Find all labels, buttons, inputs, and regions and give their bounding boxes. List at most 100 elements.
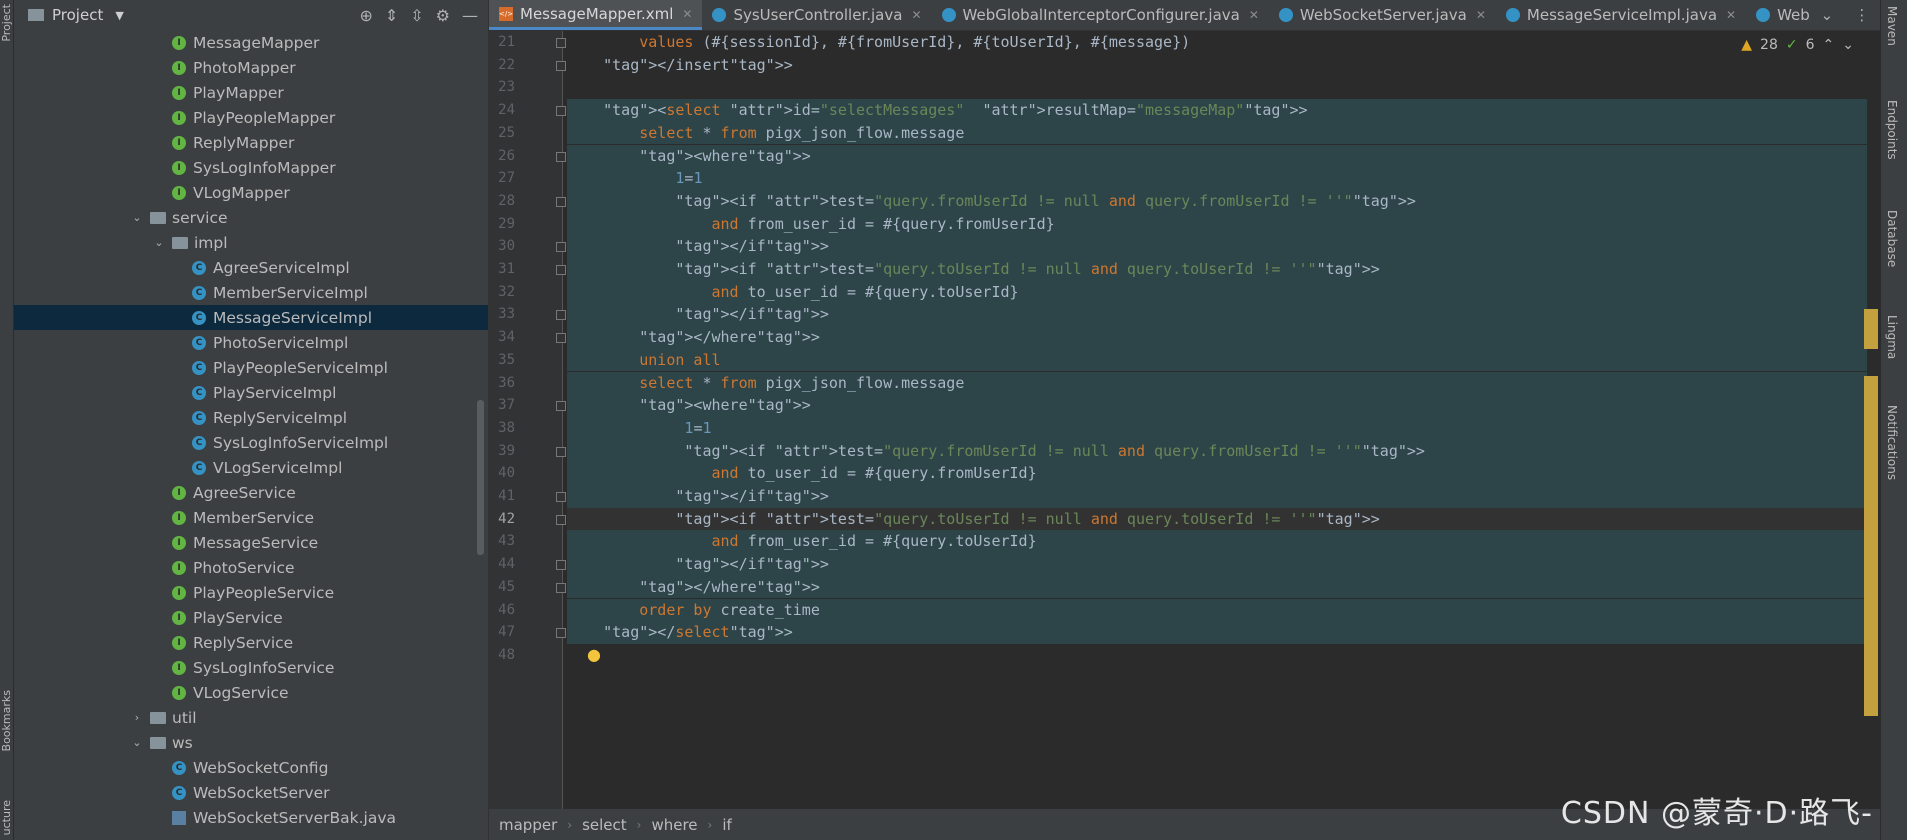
fold-marker-icon[interactable] xyxy=(556,265,566,275)
editor-tab[interactable]: Web xyxy=(1746,0,1820,30)
code-line[interactable]: "tag"><where"tag">> xyxy=(567,144,1867,168)
chevron-right-icon[interactable]: › xyxy=(130,711,144,724)
code-line[interactable]: "tag"><if "attr">test="query.fromUserId … xyxy=(567,189,1867,213)
fold-marker-icon[interactable] xyxy=(556,38,566,48)
tree-item[interactable]: WebSocketServerBak.java xyxy=(14,805,488,830)
tree-item[interactable]: C AgreeServiceImpl xyxy=(14,255,488,280)
tree-item[interactable]: I ReplyMapper xyxy=(14,130,488,155)
code-line[interactable]: "tag"><if "attr">test="query.toUserId !=… xyxy=(567,507,1867,531)
inspection-widget[interactable]: ▲ 28 ✓ 6 ⌃ ⌄ xyxy=(1735,35,1860,55)
tree-item[interactable]: I PlayPeopleService xyxy=(14,580,488,605)
chevron-down-icon[interactable]: ⌄ xyxy=(1821,6,1834,24)
fold-marker-icon[interactable] xyxy=(556,514,566,525)
code-line[interactable]: 1=1 xyxy=(567,416,1867,440)
tree-item[interactable]: C VLogServiceImpl xyxy=(14,455,488,480)
tree-item[interactable]: C WebSocketConfig xyxy=(14,755,488,780)
tree-item[interactable]: I VLogService xyxy=(14,680,488,705)
notifications-tool-button[interactable]: Notifications xyxy=(1885,405,1899,480)
code-line[interactable]: union all xyxy=(567,348,1867,372)
code-line[interactable]: and from_user_id = #{query.fromUserId} xyxy=(567,212,1867,236)
tree-item[interactable]: C MemberServiceImpl xyxy=(14,280,488,305)
close-icon[interactable]: ✕ xyxy=(682,7,692,21)
code-line[interactable]: and to_user_id = #{query.toUserId} xyxy=(567,280,1867,304)
minimize-icon[interactable]: — xyxy=(462,6,478,25)
tree-item[interactable]: I SysLogInfoMapper xyxy=(14,155,488,180)
fold-marker-icon[interactable] xyxy=(556,196,566,207)
tree-item[interactable]: I PlayService xyxy=(14,605,488,630)
fold-marker-icon[interactable] xyxy=(556,401,566,412)
gear-icon[interactable]: ⚙ xyxy=(436,6,450,25)
chevron-down-icon[interactable]: ⌄ xyxy=(1842,37,1854,53)
tree-item[interactable]: I MessageService xyxy=(14,530,488,555)
fold-marker-icon[interactable] xyxy=(556,333,566,344)
tree-item[interactable]: C PlayPeopleServiceImpl xyxy=(14,355,488,380)
code-line[interactable]: "tag"></if"tag">> xyxy=(567,235,1867,258)
warning-marker[interactable] xyxy=(1864,309,1878,349)
warning-marker[interactable] xyxy=(1864,376,1878,716)
tree-item[interactable]: I PhotoMapper xyxy=(14,55,488,80)
breadcrumb-item[interactable]: mapper xyxy=(489,816,567,834)
tree-item[interactable]: I MessageMapper xyxy=(14,30,488,55)
code-line[interactable]: and from_user_id = #{query.toUserId} xyxy=(567,530,1867,554)
code-line[interactable]: "tag"></if"tag">> xyxy=(567,303,1867,327)
tree-item[interactable]: C WebSocketServer xyxy=(14,780,488,805)
code-line[interactable]: select * from pigx_json_flow.message xyxy=(567,371,1867,395)
fold-marker-icon[interactable] xyxy=(556,446,566,457)
tree-item[interactable]: I ReplyService xyxy=(14,630,488,655)
tree-item[interactable]: C PhotoServiceImpl xyxy=(14,330,488,355)
fold-marker-icon[interactable] xyxy=(556,492,566,502)
endpoints-tool-button[interactable]: Endpoints xyxy=(1885,100,1899,160)
editor-tab[interactable]: SysUserController.java ✕ xyxy=(702,0,931,30)
lightbulb-icon[interactable]: ● xyxy=(587,645,601,664)
structure-tool-button[interactable]: ucture xyxy=(0,800,13,835)
fold-marker-icon[interactable] xyxy=(556,242,566,253)
tree-item[interactable]: I PlayMapper xyxy=(14,80,488,105)
chevron-down-icon[interactable]: ⌄ xyxy=(130,736,144,749)
expand-all-icon[interactable]: ⇕ xyxy=(385,6,398,25)
code-line[interactable]: "tag"><select "attr">id="selectMessages"… xyxy=(567,99,1867,122)
fold-marker-icon[interactable] xyxy=(556,60,566,71)
tree-item[interactable]: ⌄ ws xyxy=(14,730,488,755)
tree-item[interactable]: I MemberService xyxy=(14,505,488,530)
code-line[interactable]: "tag"><if "attr">test="query.fromUserId … xyxy=(567,439,1867,463)
code-line[interactable]: "tag"></insert"tag">> xyxy=(567,54,1867,77)
collapse-all-icon[interactable]: ⇳ xyxy=(410,6,423,25)
code-line[interactable]: select * from pigx_json_flow.message xyxy=(567,121,1867,145)
locate-icon[interactable]: ⊕ xyxy=(359,6,372,25)
code-line[interactable]: order by create_time xyxy=(567,598,1867,622)
breadcrumb-item[interactable]: where xyxy=(641,816,707,834)
editor-tab[interactable]: WebGlobalInterceptorConfigurer.java ✕ xyxy=(932,0,1269,30)
tree-item[interactable]: › util xyxy=(14,705,488,730)
code-line[interactable]: "tag"></select"tag">> xyxy=(567,621,1867,644)
fold-marker-icon[interactable] xyxy=(556,628,566,639)
code-line[interactable] xyxy=(567,76,1867,99)
bookmarks-tool-button[interactable]: Bookmarks xyxy=(0,690,13,751)
tree-item[interactable]: I PlayPeopleMapper xyxy=(14,105,488,130)
project-tool-button[interactable]: Project xyxy=(0,4,13,42)
tree-item[interactable]: C ReplyServiceImpl xyxy=(14,405,488,430)
fold-marker-icon[interactable] xyxy=(556,560,566,571)
maven-tool-button[interactable]: Maven xyxy=(1885,6,1899,46)
tree-item[interactable]: I VLogMapper xyxy=(14,180,488,205)
chevron-down-icon[interactable]: ▼ xyxy=(115,9,123,22)
chevron-down-icon[interactable]: ⌄ xyxy=(130,211,144,224)
code-line[interactable]: and to_user_id = #{query.fromUserId} xyxy=(567,462,1867,485)
code-line[interactable]: "tag"><if "attr">test="query.toUserId !=… xyxy=(567,258,1867,281)
code-line[interactable]: "tag"></where"tag">> xyxy=(567,575,1867,599)
fold-marker-icon[interactable] xyxy=(556,310,566,321)
tree-item[interactable]: I SysLogInfoService xyxy=(14,655,488,680)
tree-item[interactable]: I PhotoService xyxy=(14,555,488,580)
more-vert-icon[interactable]: ⋮ xyxy=(1854,6,1869,24)
editor-tab[interactable]: WebSocketServer.java ✕ xyxy=(1269,0,1496,30)
code-line[interactable]: values (#{sessionId}, #{fromUserId}, #{t… xyxy=(567,31,1867,54)
database-tool-button[interactable]: Database xyxy=(1885,210,1899,267)
code-line[interactable] xyxy=(567,644,1867,667)
chevron-up-icon[interactable]: ⌃ xyxy=(1823,37,1835,53)
tree-item[interactable]: ⌄ service xyxy=(14,205,488,230)
editor-tab[interactable]: MessageServiceImpl.java ✕ xyxy=(1496,0,1746,30)
fold-marker-icon[interactable] xyxy=(556,582,566,593)
code-line[interactable]: "tag"></if"tag">> xyxy=(567,485,1867,508)
code-line[interactable]: "tag"><where"tag">> xyxy=(567,394,1867,417)
code-area[interactable]: values (#{sessionId}, #{fromUserId}, #{t… xyxy=(567,31,1867,809)
fold-marker-icon[interactable] xyxy=(556,106,566,117)
